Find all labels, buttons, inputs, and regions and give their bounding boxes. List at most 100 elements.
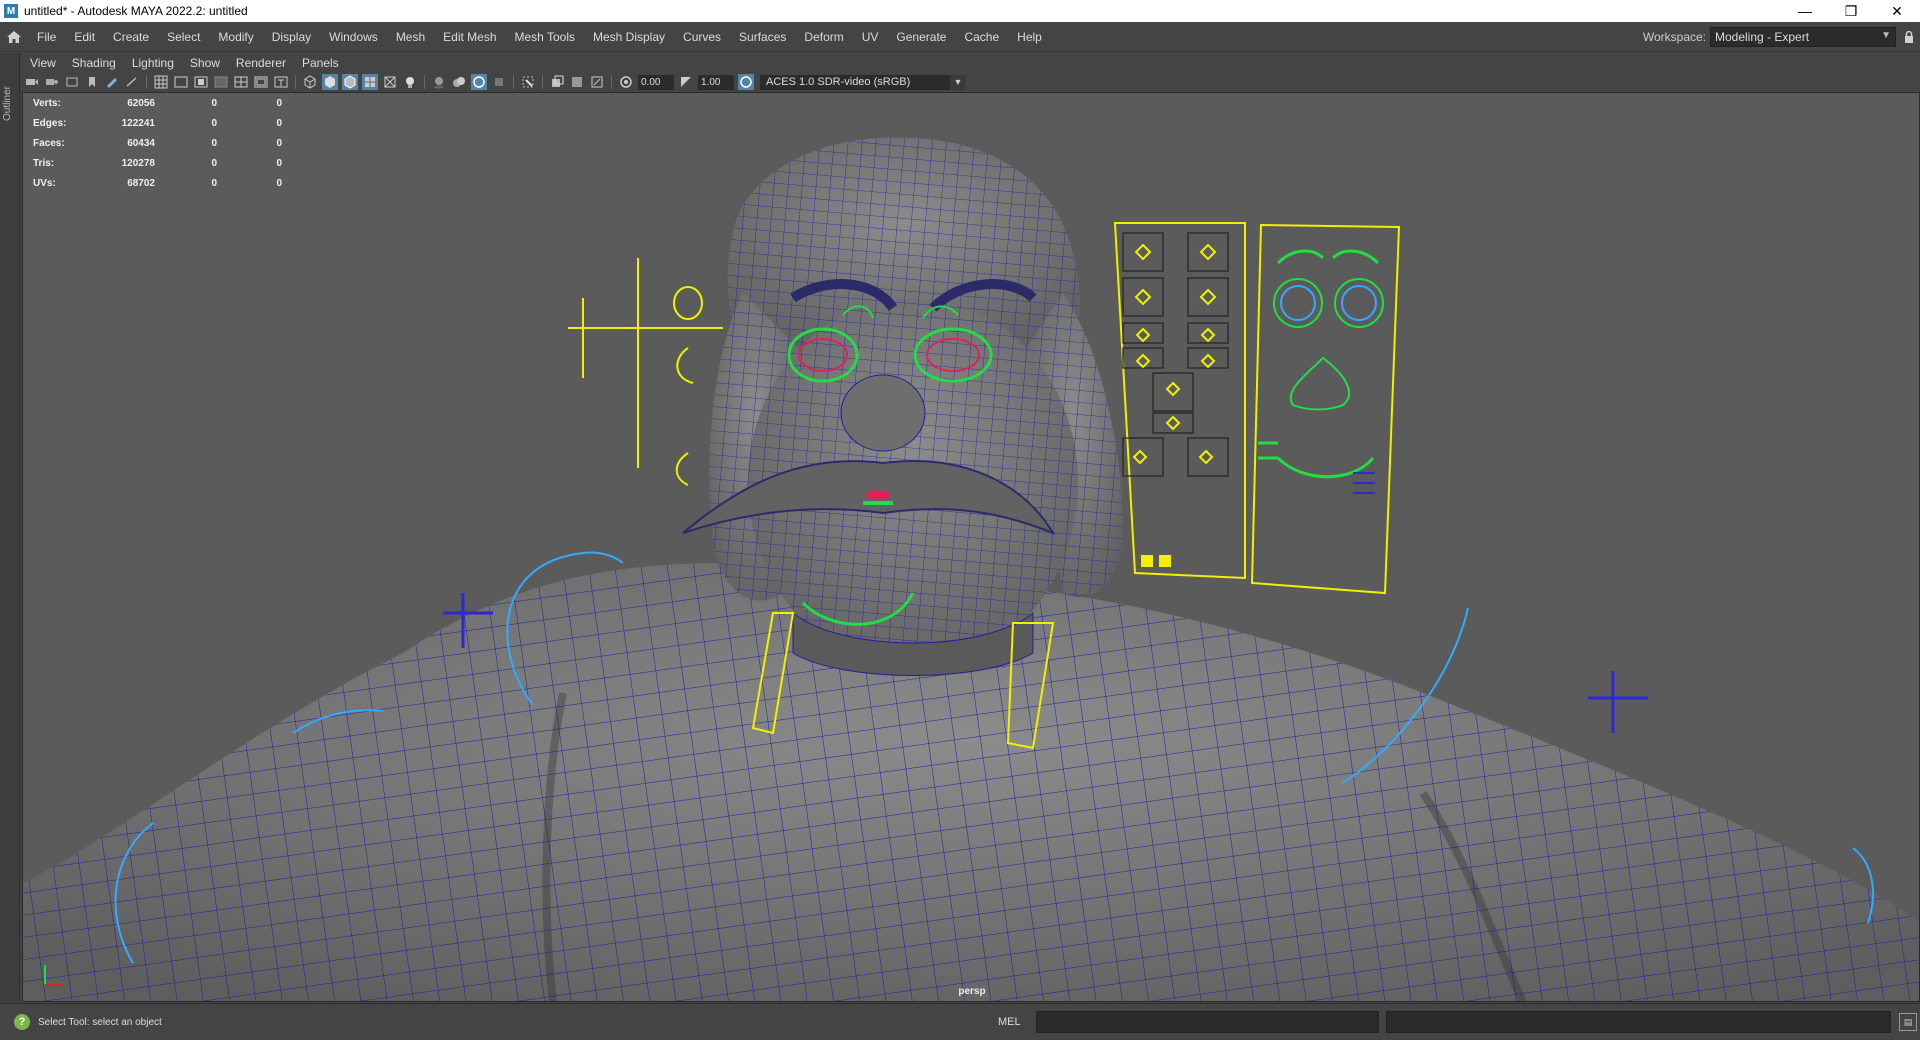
menu-cache[interactable]: Cache bbox=[955, 30, 1008, 44]
menu-mesh-tools[interactable]: Mesh Tools bbox=[506, 30, 584, 44]
toolbar-separator bbox=[295, 75, 296, 89]
select-camera-icon[interactable] bbox=[24, 74, 40, 90]
toolbar-separator bbox=[513, 75, 514, 89]
script-editor-icon[interactable]: ▤ bbox=[1899, 1013, 1917, 1031]
resolution-gate-icon[interactable] bbox=[193, 74, 209, 90]
hud-selected-value: 0 bbox=[211, 137, 217, 149]
outliner-strip[interactable]: Outliner bbox=[0, 53, 20, 1003]
gamma-field[interactable]: 1.00 bbox=[698, 74, 734, 90]
help-icon[interactable]: ? bbox=[14, 1014, 30, 1030]
panel-menu-renderer[interactable]: Renderer bbox=[228, 56, 294, 70]
maya-app-icon: M bbox=[4, 4, 18, 18]
hud-row-tris: Tris: 120278 0 0 bbox=[33, 153, 282, 173]
outliner-label[interactable]: Outliner bbox=[2, 61, 18, 121]
close-button[interactable]: ✕ bbox=[1874, 0, 1920, 22]
menu-deform[interactable]: Deform bbox=[795, 30, 852, 44]
gamma-icon[interactable] bbox=[678, 74, 694, 90]
hud-selected-value: 0 bbox=[276, 157, 282, 169]
color-management-icon[interactable] bbox=[738, 74, 754, 90]
menu-mesh-display[interactable]: Mesh Display bbox=[584, 30, 674, 44]
window-title: untitled* - Autodesk MAYA 2022.2: untitl… bbox=[24, 4, 248, 18]
menu-uv[interactable]: UV bbox=[853, 30, 888, 44]
hud-selected-value: 0 bbox=[276, 177, 282, 189]
grid-icon[interactable] bbox=[153, 74, 169, 90]
minimize-button[interactable]: — bbox=[1782, 0, 1828, 22]
textured-icon[interactable] bbox=[362, 74, 378, 90]
camera-attributes-icon[interactable] bbox=[44, 74, 60, 90]
scene-canvas[interactable] bbox=[23, 93, 1920, 1002]
gate-mask-icon[interactable] bbox=[213, 74, 229, 90]
panel-menu-lighting[interactable]: Lighting bbox=[124, 56, 182, 70]
hud-selected-value: 0 bbox=[211, 157, 217, 169]
panel-menu-show[interactable]: Show bbox=[182, 56, 228, 70]
toolbar-separator bbox=[146, 75, 147, 89]
exposure-field[interactable]: 0.00 bbox=[638, 74, 674, 90]
2d-pan-zoom-icon[interactable] bbox=[124, 74, 140, 90]
xray-icon[interactable] bbox=[549, 74, 565, 90]
hud-value: 68702 bbox=[127, 177, 155, 189]
safe-title-icon[interactable] bbox=[273, 74, 289, 90]
color-management-view-transform[interactable]: ACES 1.0 SDR-video (sRGB) bbox=[760, 74, 950, 90]
status-bar: ? Select Tool: select an object MEL ▤ bbox=[0, 1003, 1920, 1040]
head-locator[interactable] bbox=[568, 258, 723, 486]
wireframe-icon[interactable] bbox=[302, 74, 318, 90]
menu-create[interactable]: Create bbox=[104, 30, 158, 44]
motion-blur-icon[interactable] bbox=[471, 74, 487, 90]
menu-edit[interactable]: Edit bbox=[65, 30, 104, 44]
hud-value: 60434 bbox=[127, 137, 155, 149]
exposure-icon[interactable] bbox=[618, 74, 634, 90]
command-line-output bbox=[1386, 1011, 1891, 1033]
toolbar-separator bbox=[611, 75, 612, 89]
maximize-button[interactable]: ❐ bbox=[1828, 0, 1874, 22]
panel-menu-view[interactable]: View bbox=[22, 56, 64, 70]
isolate-select-icon[interactable] bbox=[520, 74, 536, 90]
panel-menu-shading[interactable]: Shading bbox=[64, 56, 124, 70]
menu-curves[interactable]: Curves bbox=[674, 30, 730, 44]
workspace-label: Workspace: bbox=[1642, 30, 1706, 44]
hud-selected-value: 0 bbox=[276, 117, 282, 129]
hud-selected-value: 0 bbox=[276, 137, 282, 149]
anti-aliasing-icon[interactable] bbox=[491, 74, 507, 90]
shadows-icon[interactable] bbox=[431, 74, 447, 90]
xray-joints-icon[interactable] bbox=[589, 74, 605, 90]
menu-generate[interactable]: Generate bbox=[887, 30, 955, 44]
use-all-lights-icon[interactable] bbox=[382, 74, 398, 90]
menu-windows[interactable]: Windows bbox=[320, 30, 387, 44]
menu-modify[interactable]: Modify bbox=[209, 30, 262, 44]
hud-selected-value: 0 bbox=[276, 97, 282, 109]
home-icon[interactable] bbox=[0, 22, 28, 52]
menu-help[interactable]: Help bbox=[1008, 30, 1051, 44]
light-bulb-icon[interactable] bbox=[402, 74, 418, 90]
safe-action-icon[interactable] bbox=[253, 74, 269, 90]
panel-menu-panels[interactable]: Panels bbox=[294, 56, 347, 70]
hud-row-uvs: UVs: 68702 0 0 bbox=[33, 173, 282, 193]
chevron-down-icon[interactable]: ▼ bbox=[950, 74, 966, 90]
film-gate-icon[interactable] bbox=[173, 74, 189, 90]
menu-edit-mesh[interactable]: Edit Mesh bbox=[434, 30, 505, 44]
bookmarks-icon[interactable] bbox=[64, 74, 80, 90]
field-chart-icon[interactable] bbox=[233, 74, 249, 90]
mel-language-toggle[interactable]: MEL bbox=[998, 1016, 1036, 1028]
menu-file[interactable]: File bbox=[28, 30, 65, 44]
workspace-dropdown[interactable]: Modeling - Expert ▼ bbox=[1710, 27, 1896, 47]
facial-face-panel[interactable] bbox=[1250, 223, 1401, 595]
grease-pencil-icon[interactable] bbox=[104, 74, 120, 90]
image-plane-icon[interactable] bbox=[84, 74, 100, 90]
wireframe-on-shaded-icon[interactable] bbox=[342, 74, 358, 90]
hud-label: Verts: bbox=[33, 97, 61, 109]
hud-row-faces: Faces: 60434 0 0 bbox=[33, 133, 282, 153]
xray-active-components-icon[interactable] bbox=[569, 74, 585, 90]
lock-icon[interactable] bbox=[1898, 30, 1920, 44]
menu-select[interactable]: Select bbox=[158, 30, 209, 44]
hud-selected-value: 0 bbox=[211, 177, 217, 189]
hud-row-edges: Edges: 122241 0 0 bbox=[33, 113, 282, 133]
menu-mesh[interactable]: Mesh bbox=[387, 30, 434, 44]
menu-surfaces[interactable]: Surfaces bbox=[730, 30, 795, 44]
menu-display[interactable]: Display bbox=[263, 30, 320, 44]
hud-label: UVs: bbox=[33, 177, 56, 189]
command-line-input[interactable] bbox=[1036, 1011, 1379, 1033]
facial-slider-panel[interactable] bbox=[1113, 222, 1246, 580]
smooth-shade-icon[interactable] bbox=[322, 74, 338, 90]
perspective-viewport[interactable]: Verts: 62056 0 0 Edges: 122241 0 0 Faces… bbox=[22, 92, 1920, 1002]
screen-space-ao-icon[interactable] bbox=[451, 74, 467, 90]
